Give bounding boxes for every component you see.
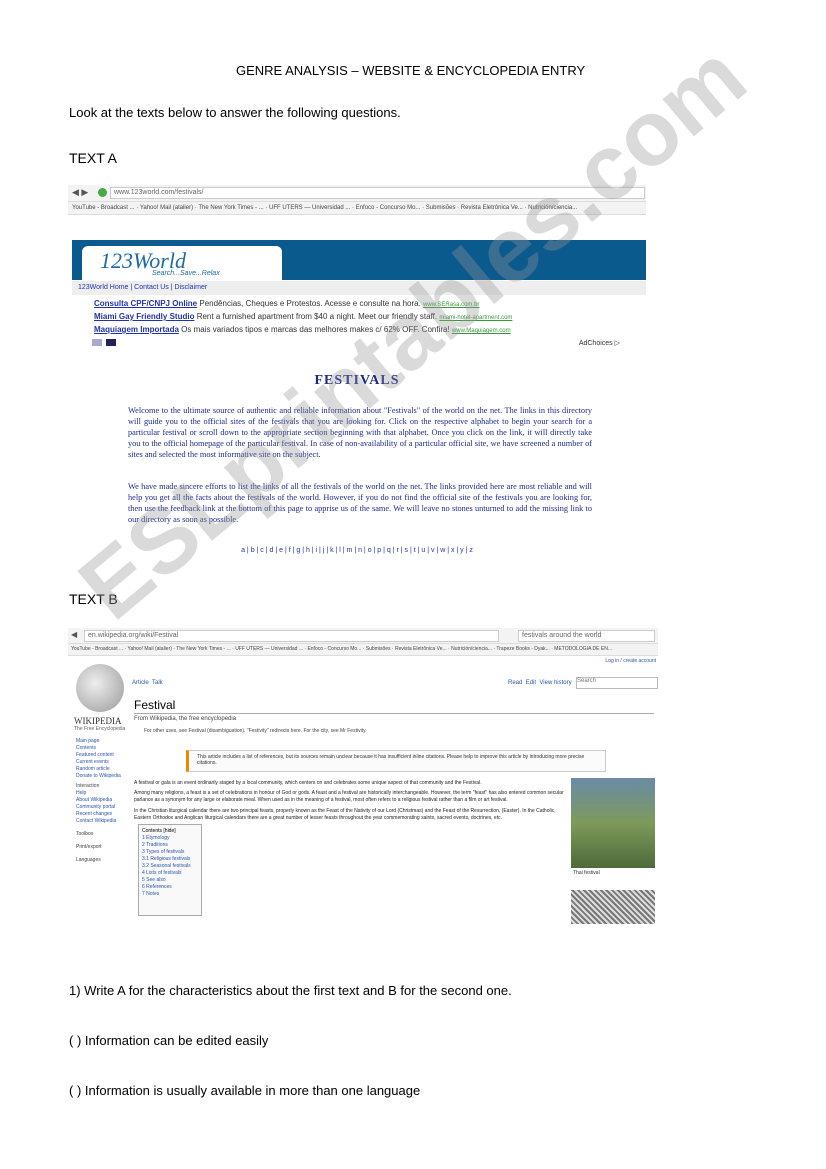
browser-toolbar: ◀ en.wikipedia.org/wiki/Festival festiva… [68, 628, 658, 644]
bookmarks-bar: YouTube - Broadcast ... · Yahoo! Mail (a… [68, 202, 646, 215]
question-item: ( ) Information is usually available in … [69, 1083, 421, 1098]
wikipedia-globe-logo [76, 664, 124, 712]
text-a-screenshot: ◀ ▶ www.123world.com/festivals/ YouTube … [68, 185, 646, 560]
site-nav: 123World Home | Contact Us | Disclaimer [72, 281, 646, 295]
browser-toolbar: ◀ ▶ www.123world.com/festivals/ [68, 185, 646, 202]
ad: Maquiagem Importada Os mais variados tip… [94, 325, 511, 334]
bookmarks: YouTube - Broadcast ... · Yahoo! Mail (a… [72, 205, 578, 211]
article-title: Festival [134, 698, 176, 712]
paragraph: A festival or gala is an event ordinaril… [134, 780, 482, 786]
site-logo: 123World Search...Save...Relax [82, 246, 282, 280]
adchoices: AdChoices ▷ [578, 340, 620, 347]
page-heading: FESTIVALS [314, 373, 400, 388]
article-source: From Wikipedia, the free encyclopedia [134, 716, 237, 722]
address-bar: www.123world.com/festivals/ [110, 187, 645, 199]
bookmarks: YouTube - Broadcast ... · Yahoo! Mail (a… [71, 646, 612, 652]
alphabet-index: a | b | c | d | e | f | g | h | i | j | … [241, 547, 473, 554]
wikipedia-wordmark: WIKIPEDIA [74, 716, 122, 726]
site-icon [98, 188, 107, 197]
bookmarks-bar: YouTube - Broadcast ... · Yahoo! Mail (a… [68, 644, 658, 656]
paragraph: Welcome to the ultimate source of authen… [128, 406, 592, 459]
second-photo [571, 890, 655, 924]
ad: Miami Gay Friendly Studio Rent a furnish… [94, 312, 513, 321]
back-icon: ◀ [71, 630, 78, 639]
text-b-screenshot: ◀ en.wikipedia.org/wiki/Festival festiva… [68, 628, 658, 926]
view-tabs: Read Edit View history [508, 680, 572, 686]
image-caption: Thai festival [573, 870, 600, 876]
text-a-heading: TEXT A [69, 150, 117, 166]
divider [134, 713, 654, 714]
wikipedia-tagline: The Free Encyclopedia [74, 726, 126, 732]
table-of-contents: Contents [hide] 1 Etymology 2 Traditions 3… [138, 824, 202, 916]
text-b-heading: TEXT B [69, 591, 118, 607]
back-forward-icon: ◀ ▶ [72, 187, 89, 197]
search-box: festivals around the world [518, 630, 655, 642]
next-ad-icon [106, 339, 116, 346]
prev-ad-icon [92, 339, 102, 346]
login-link: Log in / create account [605, 658, 656, 664]
paragraph: We have made sincere efforts to list the… [128, 482, 592, 524]
festival-photo [571, 778, 655, 868]
hatnote: For other uses, see Festival (disambigua… [144, 728, 367, 734]
paragraph: In the Christian liturgical calendar the… [134, 808, 556, 821]
question-item: ( ) Information can be edited easily [69, 1033, 269, 1048]
sidebar: Main page Contents Featured content Current… [76, 738, 121, 863]
worksheet-page: GENRE ANALYSIS – WEBSITE & ENCYCLOPEDIA … [0, 0, 826, 1169]
paragraph: Among many religions, a feast is a set o… [134, 790, 564, 803]
instruction: Look at the texts below to answer the fo… [69, 105, 401, 120]
address-bar: en.wikipedia.org/wiki/Festival [84, 630, 499, 642]
site-header: 123World Search...Save...Relax [72, 240, 646, 280]
article-tabs: Article Talk [132, 680, 163, 686]
ad: Consulta CPF/CNPJ Online Pendências, Che… [94, 299, 480, 308]
wiki-search: Search [576, 677, 658, 689]
worksheet-title: GENRE ANALYSIS – WEBSITE & ENCYCLOPEDIA … [236, 63, 586, 78]
notice-box: This article includes a list of referenc… [186, 750, 606, 772]
question-1: 1) Write A for the characteristics about… [69, 983, 512, 998]
